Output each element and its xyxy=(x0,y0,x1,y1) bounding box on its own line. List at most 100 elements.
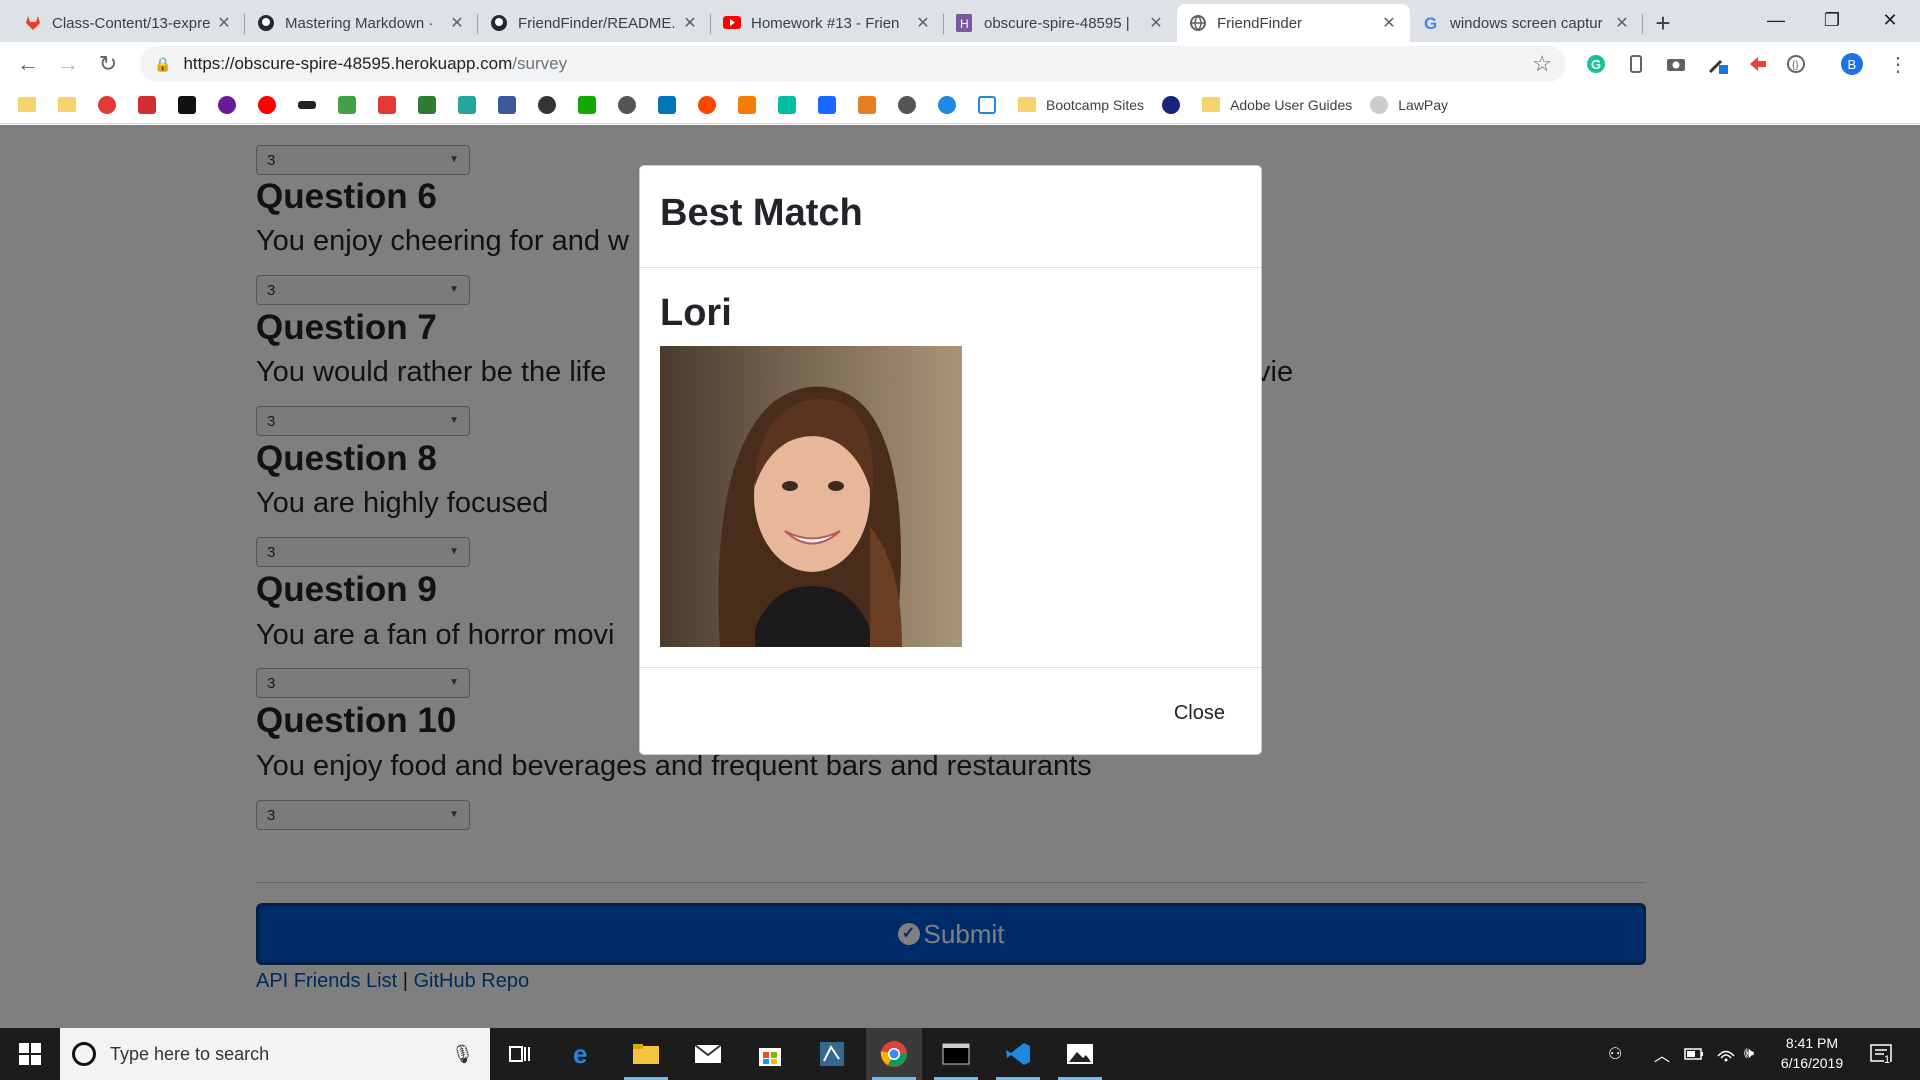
bookmark-star-icon[interactable]: ☆ xyxy=(1532,51,1552,77)
bookmark-app-icon[interactable] xyxy=(738,94,760,116)
svg-text:G: G xyxy=(1591,57,1601,72)
forward-button[interactable]: → xyxy=(48,44,88,84)
people-icon[interactable]: ⚇ xyxy=(1608,1028,1622,1080)
facebook-icon[interactable] xyxy=(498,94,520,116)
bookmark-app-icon[interactable] xyxy=(178,94,200,116)
taskbar-search-input[interactable]: Type here to search 🎙 xyxy=(60,1028,490,1080)
close-button[interactable]: Close xyxy=(1174,702,1225,725)
browser-tab-1[interactable]: Mastering Markdown · ✕ xyxy=(245,4,478,42)
close-icon[interactable]: ✕ xyxy=(448,13,466,33)
svg-text:B: B xyxy=(1848,57,1857,72)
reload-icon: ↻ xyxy=(98,51,118,76)
bookmark-folder-adobe[interactable]: Adobe User Guides xyxy=(1202,94,1352,116)
volume-icon[interactable]: 🕪 xyxy=(1744,1028,1754,1080)
share-icon[interactable] xyxy=(1746,52,1770,76)
wifi-icon[interactable] xyxy=(1716,1028,1736,1080)
lock-icon: 🔒 xyxy=(154,55,172,72)
clock-date: 6/16/2019 xyxy=(1780,1055,1844,1071)
bookmark-app-icon[interactable] xyxy=(138,94,160,116)
mysql-workbench-icon[interactable] xyxy=(804,1028,860,1080)
extension-icon[interactable]: {} xyxy=(1784,52,1808,76)
eyedropper-icon[interactable] xyxy=(1706,52,1730,76)
youtube-icon[interactable] xyxy=(258,94,280,116)
reddit-icon[interactable] xyxy=(698,94,720,116)
edge-icon[interactable]: e xyxy=(556,1028,612,1080)
bookmark-app-icon[interactable] xyxy=(458,94,480,116)
bookmark-app-icon[interactable] xyxy=(778,94,800,116)
arrow-right-icon: → xyxy=(57,51,79,76)
browser-tab-active[interactable]: FriendFinder ✕ xyxy=(1177,4,1410,42)
bookmark-folder-bootcamp[interactable]: Bootcamp Sites xyxy=(1018,94,1144,116)
linkedin-icon[interactable] xyxy=(658,94,680,116)
address-bar[interactable]: 🔒 https://obscure-spire-48595.herokuapp.… xyxy=(140,46,1566,82)
bookmark-app-icon[interactable] xyxy=(1162,94,1184,116)
close-icon[interactable]: ✕ xyxy=(1613,13,1631,33)
browser-tab-2[interactable]: FriendFinder/README. ✕ xyxy=(478,4,711,42)
tab-title: Mastering Markdown · xyxy=(285,14,434,32)
minimize-button[interactable]: — xyxy=(1748,0,1804,40)
camera-icon[interactable] xyxy=(1664,52,1688,76)
tab-title: obscure-spire-48595 | xyxy=(984,14,1130,32)
battery-icon[interactable] xyxy=(1684,1028,1704,1080)
menu-icon[interactable]: ⋮ xyxy=(1886,52,1910,76)
notification-icon[interactable]: 1 xyxy=(1870,1028,1898,1080)
photos-icon[interactable] xyxy=(1052,1028,1108,1080)
bookmarks-bar: Bootcamp Sites Adobe User Guides LawPay xyxy=(0,86,1920,124)
arrow-left-icon: ← xyxy=(17,51,39,76)
task-view-icon[interactable] xyxy=(492,1028,548,1080)
bookmark-folder-icon[interactable] xyxy=(58,94,80,116)
vscode-icon[interactable] xyxy=(990,1028,1046,1080)
taskbar-clock[interactable]: 8:41 PM 6/16/2019 xyxy=(1772,1033,1852,1073)
window-close-button[interactable]: ✕ xyxy=(1862,0,1918,40)
modal-title: Best Match xyxy=(640,166,1261,268)
browser-tab-4[interactable]: H obscure-spire-48595 | ✕ xyxy=(944,4,1177,42)
globe-icon[interactable] xyxy=(618,94,640,116)
adobe-icon[interactable] xyxy=(378,94,400,116)
chevron-up-icon[interactable]: ︿ xyxy=(1654,1028,1670,1080)
bookmark-app-icon[interactable] xyxy=(938,94,960,116)
upwork-icon[interactable] xyxy=(578,94,600,116)
windows-taskbar: Type here to search 🎙 e ⚇ ︿ 🕪 8:41 PM 6/… xyxy=(0,1028,1920,1080)
bookmark-app-icon[interactable] xyxy=(538,94,560,116)
microphone-icon[interactable]: 🎙 xyxy=(451,1044,474,1065)
new-tab-button[interactable]: + xyxy=(1643,4,1683,42)
peace-icon[interactable] xyxy=(218,94,240,116)
tab-title: FriendFinder xyxy=(1217,14,1303,32)
browser-tab-3[interactable]: Homework #13 - Frien ✕ xyxy=(711,4,944,42)
close-icon[interactable]: ✕ xyxy=(1147,13,1165,33)
bookmark-folder-icon[interactable] xyxy=(18,94,40,116)
grammarly-icon[interactable]: G xyxy=(1584,52,1608,76)
reload-button[interactable]: ↻ xyxy=(88,44,128,84)
browser-tab-0[interactable]: Class-Content/13-expre ✕ xyxy=(12,4,245,42)
mail-icon[interactable] xyxy=(680,1028,736,1080)
chrome-icon[interactable] xyxy=(866,1028,922,1080)
close-icon[interactable]: ✕ xyxy=(215,13,233,33)
bookmark-app-icon[interactable] xyxy=(858,94,880,116)
lawpay-icon xyxy=(1370,95,1389,114)
github-icon xyxy=(490,14,508,32)
store-icon[interactable] xyxy=(742,1028,798,1080)
svg-text:e: e xyxy=(573,1041,587,1067)
globe-icon[interactable] xyxy=(898,94,920,116)
profile-avatar[interactable]: B xyxy=(1840,52,1864,76)
terminal-icon[interactable] xyxy=(928,1028,984,1080)
bookmark-lawpay[interactable]: LawPay xyxy=(1370,94,1448,116)
back-button[interactable]: ← xyxy=(8,44,48,84)
bookmark-app-icon[interactable] xyxy=(978,94,1000,116)
restore-button[interactable]: ❐ xyxy=(1804,0,1860,40)
file-explorer-icon[interactable] xyxy=(618,1028,674,1080)
tab-strip: Class-Content/13-expre ✕ Mastering Markd… xyxy=(0,0,1920,42)
bookmark-app-icon[interactable] xyxy=(418,94,440,116)
bookmark-app-icon[interactable] xyxy=(338,94,360,116)
behance-icon[interactable] xyxy=(818,94,840,116)
close-icon[interactable]: ✕ xyxy=(914,13,932,33)
close-icon[interactable]: ✕ xyxy=(681,13,699,33)
bookmark-app-icon[interactable] xyxy=(98,94,120,116)
best-match-modal: Best Match Lori Close xyxy=(639,165,1262,755)
browser-tab-6[interactable]: G windows screen captur ✕ xyxy=(1410,4,1643,42)
close-icon[interactable]: ✕ xyxy=(1380,13,1398,33)
bookmark-app-icon[interactable] xyxy=(298,94,320,116)
phone-icon[interactable] xyxy=(1624,52,1648,76)
match-name: Lori xyxy=(660,292,732,334)
windows-start-icon[interactable] xyxy=(0,1028,60,1080)
